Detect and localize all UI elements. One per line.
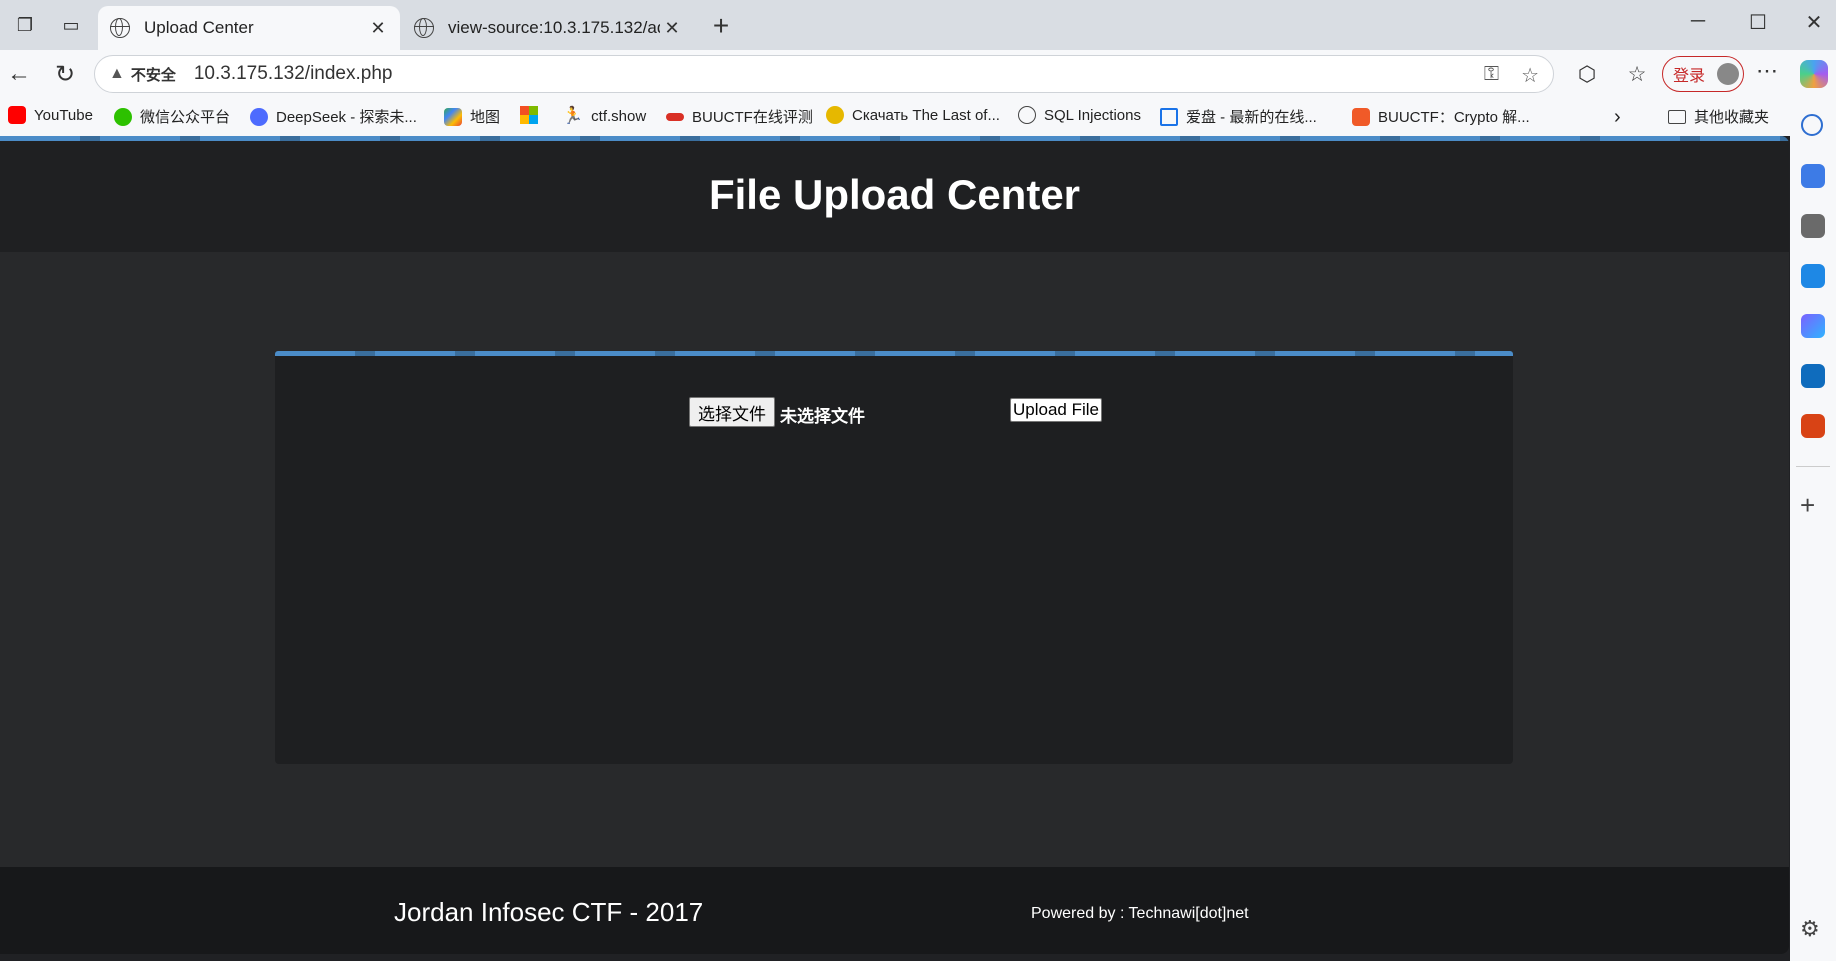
bookmark-ctfshow[interactable]: 🏃 ctf.show bbox=[562, 106, 646, 126]
tab-actions-icon[interactable]: ▭ bbox=[58, 12, 84, 38]
microsoft-icon bbox=[520, 106, 538, 124]
bookmark-aipan[interactable]: 爱盘 - 最新的在线... bbox=[1160, 106, 1317, 127]
add-icon[interactable]: + bbox=[1800, 490, 1815, 521]
m365-icon[interactable] bbox=[1801, 314, 1825, 338]
security-label[interactable]: 不安全 bbox=[131, 64, 176, 85]
copilot-icon[interactable] bbox=[1800, 60, 1828, 88]
bookmark-map[interactable]: 地图 bbox=[444, 106, 500, 127]
back-button[interactable]: ← bbox=[4, 60, 34, 88]
bookmarks-overflow-chevron-icon[interactable]: › bbox=[1614, 106, 1621, 129]
footer-powered-by: Powered by : Technawi[dot]net bbox=[1031, 905, 1249, 922]
bookmark-label: Скачать The Last of... bbox=[852, 106, 1000, 124]
file-status-text: 未选择文件 bbox=[780, 407, 865, 426]
deepseek-icon bbox=[250, 107, 268, 126]
choose-file-button[interactable]: 选择文件 bbox=[689, 397, 775, 427]
bookmark-label: 地图 bbox=[470, 109, 501, 126]
other-bookmarks-folder[interactable]: 其他收藏夹 bbox=[1668, 106, 1769, 127]
bookmark-label: 爱盘 - 最新的在线... bbox=[1186, 109, 1317, 126]
favorites-icon[interactable]: ☆ bbox=[1622, 62, 1652, 87]
wechat-icon bbox=[114, 107, 132, 126]
edge-sidebar: + ⚙ bbox=[1790, 98, 1836, 961]
tab-view-source[interactable]: view-source:10.3.175.132/admin_ ✕ bbox=[402, 6, 694, 50]
tab-title: Upload Center bbox=[144, 18, 254, 37]
maximize-button[interactable]: ☐ bbox=[1738, 10, 1778, 35]
globe-icon bbox=[414, 18, 434, 38]
more-menu-icon[interactable]: ⋯ bbox=[1756, 58, 1778, 84]
youtube-icon bbox=[8, 106, 26, 124]
page-title: File Upload Center bbox=[708, 171, 1081, 218]
address-bar[interactable]: ▲ 不安全 10.3.175.132/index.php ⚿ ☆ bbox=[94, 55, 1554, 93]
bookmark-youtube[interactable]: YouTube bbox=[8, 106, 93, 124]
bookmark-label: DeepSeek - 探索未... bbox=[276, 109, 417, 126]
bookmark-wechat[interactable]: 微信公众平台 bbox=[114, 106, 230, 127]
settings-gear-icon[interactable]: ⚙ bbox=[1800, 916, 1820, 942]
bookmark-last-of-us[interactable]: Скачать The Last of... bbox=[826, 106, 1000, 124]
close-tab-icon[interactable]: ✕ bbox=[660, 18, 684, 39]
csdn-icon bbox=[1352, 107, 1370, 126]
sidebar-divider bbox=[1796, 466, 1830, 467]
login-label: 登录 bbox=[1673, 68, 1706, 85]
globe-icon bbox=[110, 18, 130, 38]
workspaces-icon[interactable]: ❐ bbox=[12, 12, 38, 38]
bookmark-label: 微信公众平台 bbox=[140, 109, 231, 126]
warning-icon[interactable]: ▲ bbox=[109, 65, 125, 83]
avatar bbox=[1717, 63, 1740, 85]
search-icon[interactable] bbox=[1801, 114, 1823, 136]
bookmark-sql-injections[interactable]: SQL Injections bbox=[1018, 106, 1141, 124]
bookmark-label: YouTube bbox=[34, 106, 93, 124]
navigation-bar: ← ↻ ▲ 不安全 10.3.175.132/index.php ⚿ ☆ ⬡ ☆… bbox=[0, 50, 1836, 98]
web-page: File Upload Center 选择文件 未选择文件 Upload Fil… bbox=[0, 136, 1789, 954]
shopping-tag-icon[interactable] bbox=[1801, 164, 1825, 188]
running-person-icon: 🏃 bbox=[562, 106, 584, 125]
bookmark-deepseek[interactable]: DeepSeek - 探索未... bbox=[250, 106, 417, 127]
page-footer: Jordan Infosec CTF - 2017 Powered by : T… bbox=[0, 867, 1789, 954]
minimize-button[interactable]: ─ bbox=[1678, 10, 1718, 33]
buuctf-icon bbox=[666, 112, 684, 121]
page-header: File Upload Center bbox=[0, 141, 1789, 252]
bookmark-label: 其他收藏夹 bbox=[1694, 109, 1770, 126]
tab-strip: ❐ ▭ Upload Center ✕ view-source:10.3.175… bbox=[0, 0, 1836, 50]
emblem-icon bbox=[826, 106, 844, 124]
reload-button[interactable]: ↻ bbox=[50, 60, 80, 89]
bookmark-label: BUUCTF在线评测 bbox=[692, 109, 813, 126]
send-icon[interactable] bbox=[1801, 264, 1825, 288]
aipan-icon bbox=[1160, 107, 1178, 126]
folder-icon bbox=[1668, 109, 1686, 124]
footer-copyright: Jordan Infosec CTF - 2017 bbox=[394, 897, 704, 927]
new-tab-button[interactable]: + bbox=[706, 10, 736, 42]
favorite-star-icon[interactable]: ☆ bbox=[1521, 63, 1539, 88]
login-button[interactable]: 登录 bbox=[1662, 56, 1744, 92]
upload-panel: 选择文件 未选择文件 Upload File bbox=[275, 351, 1513, 764]
close-tab-icon[interactable]: ✕ bbox=[366, 18, 390, 39]
panel-stripe bbox=[275, 351, 1513, 356]
bookmark-label: SQL Injections bbox=[1044, 106, 1141, 124]
bookmark-label: ctf.show bbox=[591, 107, 647, 125]
games-icon[interactable] bbox=[1801, 214, 1825, 238]
extensions-icon[interactable]: ⬡ bbox=[1572, 62, 1602, 87]
upload-file-button[interactable]: Upload File bbox=[1010, 398, 1102, 422]
tools-icon[interactable] bbox=[1801, 414, 1825, 438]
key-icon[interactable]: ⚿ bbox=[1484, 63, 1499, 88]
close-window-button[interactable]: ✕ bbox=[1794, 10, 1834, 35]
globe-icon bbox=[1018, 106, 1036, 124]
map-icon bbox=[444, 107, 462, 126]
url-text[interactable]: 10.3.175.132/index.php bbox=[194, 63, 393, 85]
bookmark-label: BUUCTF：Crypto 解... bbox=[1378, 109, 1530, 126]
bookmark-buuctf[interactable]: BUUCTF在线评测 bbox=[666, 106, 813, 127]
outlook-icon[interactable] bbox=[1801, 364, 1825, 388]
bookmarks-bar: YouTube 微信公众平台 DeepSeek - 探索未... 地图 🏃 ct… bbox=[0, 98, 1790, 136]
bookmark-microsoft[interactable] bbox=[520, 106, 546, 124]
tab-title: view-source:10.3.175.132/admin_ bbox=[448, 18, 660, 37]
tab-upload-center[interactable]: Upload Center ✕ bbox=[98, 6, 400, 50]
bookmark-buuctf-crypto[interactable]: BUUCTF：Crypto 解... bbox=[1352, 106, 1530, 127]
